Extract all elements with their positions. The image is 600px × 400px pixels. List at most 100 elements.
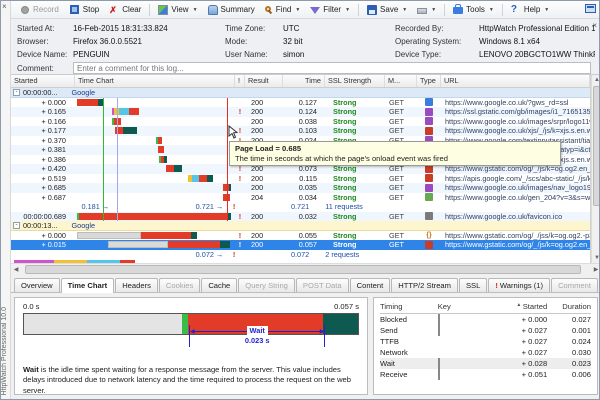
vertical-scrollbar[interactable]: ▲ ▼ xyxy=(591,75,600,263)
time-chart-cell xyxy=(75,183,235,193)
time-chart-cell xyxy=(75,231,235,241)
column-header--[interactable]: ! xyxy=(235,75,245,87)
request-row[interactable]: + 0.1662000.038StrongGEThttps://www.goog… xyxy=(11,117,590,127)
tab-ssl[interactable]: SSL xyxy=(459,278,487,292)
collapse-icon[interactable]: - xyxy=(13,89,20,96)
tab-time-chart[interactable]: Time Chart xyxy=(61,278,115,293)
column-header-ssl-strength[interactable]: SSL Strength xyxy=(325,75,385,87)
horizontal-scroll-thumb[interactable] xyxy=(25,265,581,274)
tab-query-string[interactable]: Query String xyxy=(238,278,295,292)
dropdown-arrow-icon: ▼ xyxy=(431,7,436,13)
time-chart-cell xyxy=(75,136,235,146)
comment-input[interactable] xyxy=(73,62,591,74)
help-button[interactable]: Help▼ xyxy=(506,3,554,17)
horizontal-scrollbar[interactable]: ◀ ▶ xyxy=(11,263,600,275)
vertical-scroll-thumb[interactable] xyxy=(593,86,600,206)
tab-warnings-1-[interactable]: !Warnings (1) xyxy=(488,278,550,292)
url-cell: https://www.google.co.uk/xjs/_/js/k=xjs.… xyxy=(441,126,590,136)
view-label: View xyxy=(171,5,188,14)
rail-version-text: HttpWatch Professional 10.0 xyxy=(1,307,8,395)
started-cell: + 0.420 xyxy=(11,164,75,174)
filter-button[interactable]: Filter▼ xyxy=(305,3,355,16)
timing-row[interactable]: TTFB+ 0.0270.024 xyxy=(380,336,591,347)
warning-cell: ! xyxy=(235,231,245,241)
bar-segment-cyan xyxy=(119,108,129,115)
scroll-down-icon[interactable]: ▼ xyxy=(592,253,600,263)
group-header-row[interactable]: -00:00:13...Google xyxy=(11,221,590,231)
summary-total-label: 0.721 → xyxy=(196,202,224,211)
column-header-m-[interactable]: M... xyxy=(385,75,417,87)
find-button[interactable]: Find▼ xyxy=(260,3,306,16)
clear-button[interactable]: Clear xyxy=(104,3,146,17)
type-cell xyxy=(417,212,441,222)
toolbar-separator xyxy=(502,4,503,16)
group-header-row[interactable]: -00:00:00...Google xyxy=(11,88,590,98)
timing-row[interactable]: Send+ 0.0270.001 xyxy=(380,325,591,336)
request-row[interactable]: + 0.6852000.035StrongGEThttps://www.goog… xyxy=(11,183,590,193)
column-header-type[interactable]: Type xyxy=(417,75,441,87)
tab-comment[interactable]: Comment xyxy=(551,278,598,292)
bar-segment-teal xyxy=(207,175,213,182)
clear-icon xyxy=(109,5,119,15)
column-header-url[interactable]: URL xyxy=(441,75,590,87)
bar-segment-gray xyxy=(108,241,168,248)
scroll-up-icon[interactable]: ▲ xyxy=(592,75,600,85)
request-row[interactable]: + 0.0002000.127StrongGEThttps://www.goog… xyxy=(11,98,590,108)
record-button[interactable]: Record xyxy=(15,3,64,17)
request-row[interactable]: + 0.519!2000.115StrongGEThttps://apis.go… xyxy=(11,174,590,184)
request-row[interactable]: + 0.015!2000.057StrongGEThttps://www.gst… xyxy=(11,240,590,250)
scroll-left-icon[interactable]: ◀ xyxy=(11,265,21,275)
request-row[interactable]: 00:00:00.689!2000.032StrongGEThttps://ww… xyxy=(11,212,590,222)
info-close-button[interactable]: × xyxy=(592,21,597,30)
column-header-started[interactable]: Started xyxy=(11,75,75,87)
timing-row[interactable]: Network+ 0.0270.030 xyxy=(380,347,591,358)
tab-http-2-stream[interactable]: HTTP/2 Stream xyxy=(391,278,458,292)
timing-row[interactable]: Receive+ 0.0510.006 xyxy=(380,369,591,380)
timing-bar xyxy=(77,99,104,106)
summary-warning-cell: ! xyxy=(229,250,239,260)
timing-duration: 0.001 xyxy=(547,326,591,335)
print-button[interactable]: ▼ xyxy=(412,4,441,16)
window-icon[interactable] xyxy=(585,4,596,13)
page-summary-row[interactable]: 0.181 →0.721 →!0.72111 requests xyxy=(11,202,590,212)
time-chart-cell xyxy=(75,145,235,155)
tab-headers[interactable]: Headers xyxy=(115,278,158,292)
tools-button[interactable]: Tools▼ xyxy=(448,3,499,16)
timing-row[interactable]: Blocked+ 0.0000.027 xyxy=(380,314,591,325)
tab-cache[interactable]: Cache xyxy=(201,278,237,292)
ssl-strength-cell: Strong xyxy=(325,231,385,241)
tab-label: Cache xyxy=(208,281,230,290)
timing-row[interactable]: Wait+ 0.0280.023 xyxy=(380,358,591,369)
page-summary-row[interactable]: 0.072 →!0.0722 requests xyxy=(11,250,590,260)
tab-post-data[interactable]: POST Data xyxy=(296,278,349,292)
save-icon xyxy=(367,5,377,15)
tab-label: Content xyxy=(357,281,384,290)
column-header-time-chart[interactable]: Time Chart xyxy=(75,75,235,87)
info-label: Mode: xyxy=(225,37,283,46)
request-row[interactable]: + 0.177!2000.103StrongGEThttps://www.goo… xyxy=(11,126,590,136)
stop-button[interactable]: Stop xyxy=(64,2,104,17)
bar-segment-red xyxy=(77,99,98,106)
column-header-time[interactable]: Time xyxy=(283,75,325,87)
type-cell xyxy=(417,126,441,136)
tab-cookies[interactable]: Cookies xyxy=(159,278,200,292)
scroll-right-icon[interactable]: ▶ xyxy=(591,265,600,275)
warning-cell xyxy=(235,193,245,203)
view-button[interactable]: View▼ xyxy=(153,3,202,17)
request-row[interactable]: + 0.000!2000.055StrongGET{}https://www.g… xyxy=(11,231,590,241)
tab-overview[interactable]: Overview xyxy=(14,278,60,292)
save-button[interactable]: Save▼ xyxy=(362,3,412,17)
summary-button[interactable]: Summary xyxy=(203,3,260,17)
summary-result-cell xyxy=(239,250,276,260)
result-cell: 200 xyxy=(245,126,283,136)
request-row[interactable]: + 0.6872040.034StrongGEThttps://www.goog… xyxy=(11,193,590,203)
timing-header-started[interactable]: ▲ Started xyxy=(499,302,547,311)
collapse-icon[interactable]: - xyxy=(13,222,20,229)
column-header-result[interactable]: Result xyxy=(245,75,283,87)
request-row[interactable]: + 0.165!2000.124StrongGEThttps://ssl.gst… xyxy=(11,107,590,117)
time-cell: 0.038 xyxy=(283,117,325,127)
method-cell: GET xyxy=(385,98,417,108)
tab-content[interactable]: Content xyxy=(350,278,391,292)
time-cell: 0.034 xyxy=(283,193,325,203)
rail-close-button[interactable]: × xyxy=(2,2,7,11)
